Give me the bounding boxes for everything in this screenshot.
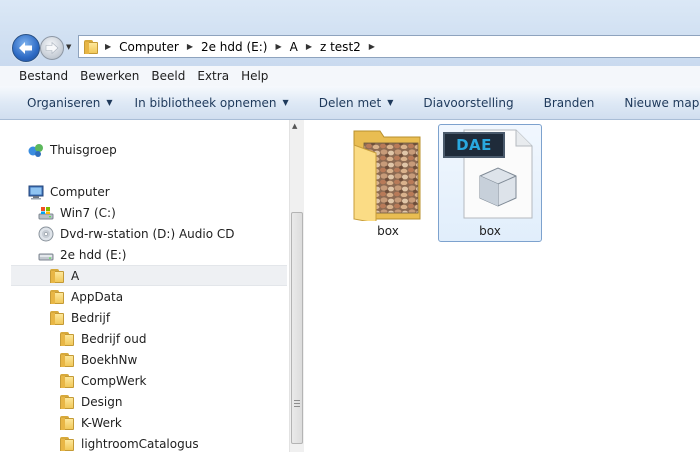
folder-label: CompWerk bbox=[81, 373, 147, 388]
file-name: box bbox=[377, 224, 399, 238]
tree-item-folder-design[interactable]: Design bbox=[59, 391, 122, 412]
tree-item-folder-bedrijf-oud[interactable]: Bedrijf oud bbox=[59, 328, 146, 349]
menu-bewerken[interactable]: Bewerken bbox=[74, 66, 145, 86]
tree-item-folder-k-werk[interactable]: K-Werk bbox=[59, 412, 122, 433]
folder-label: lightroomCatalogus bbox=[81, 436, 199, 451]
include-in-library-button[interactable]: In bibliotheek opnemen ▼ bbox=[135, 96, 289, 110]
organize-label: Organiseren bbox=[27, 95, 101, 110]
new-folder-button[interactable]: Nieuwe map bbox=[624, 96, 699, 110]
menu-bar: Bestand Bewerken Beeld Extra Help bbox=[0, 66, 700, 87]
folder-icon bbox=[59, 394, 75, 410]
homegroup-label: Thuisgroep bbox=[50, 142, 117, 157]
tree-item-drive-e[interactable]: 2e hdd (E:) bbox=[38, 244, 126, 265]
arrow-left-icon bbox=[19, 42, 32, 54]
organize-button[interactable]: Organiseren ▼ bbox=[27, 96, 113, 110]
slideshow-button[interactable]: Diavoorstelling bbox=[423, 96, 513, 110]
address-field[interactable]: ▶ Computer ▶ 2e hdd (E:) ▶ A ▶ z test2 ▶ bbox=[78, 35, 700, 58]
tree-item-folder-boekhnw[interactable]: BoekhNw bbox=[59, 349, 137, 370]
history-dropdown-icon[interactable]: ▼ bbox=[66, 43, 71, 51]
chevron-right-icon[interactable]: ▶ bbox=[369, 42, 375, 51]
chevron-right-icon[interactable]: ▶ bbox=[105, 42, 111, 51]
folder-label: Bedrijf oud bbox=[81, 331, 147, 346]
tree-item-folder-compwerk[interactable]: CompWerk bbox=[59, 370, 146, 391]
navigation-pane: Thuisgroep Computer Win7 (C:) Dvd-rw-sta… bbox=[0, 120, 289, 452]
breadcrumb-z-test2[interactable]: z test2 bbox=[320, 40, 361, 54]
menu-help[interactable]: Help bbox=[235, 66, 274, 86]
tree-item-folder-a[interactable]: A bbox=[11, 265, 287, 286]
system-drive-icon bbox=[38, 205, 54, 221]
chevron-right-icon[interactable]: ▶ bbox=[275, 42, 281, 51]
folder-thumbnail-icon bbox=[353, 130, 421, 221]
chevron-right-icon[interactable]: ▶ bbox=[306, 42, 312, 51]
forward-button[interactable] bbox=[40, 36, 64, 60]
breadcrumb-drive-e[interactable]: 2e hdd (E:) bbox=[201, 40, 267, 54]
share-label: Delen met bbox=[318, 95, 382, 110]
share-with-button[interactable]: Delen met ▼ bbox=[319, 96, 394, 110]
folder-icon bbox=[59, 415, 75, 431]
folder-icon bbox=[79, 36, 101, 57]
file-list: box DAE box bbox=[304, 120, 700, 452]
library-label: In bibliotheek opnemen bbox=[134, 95, 277, 110]
folder-bedrijf-label: Bedrijf bbox=[71, 310, 111, 325]
file-item-dae-box[interactable]: DAE box bbox=[438, 124, 542, 242]
tree-item-folder-lightroomcatalogus[interactable]: lightroomCatalogus bbox=[59, 433, 199, 454]
arrow-right-icon bbox=[45, 41, 59, 55]
cd-icon bbox=[38, 226, 54, 242]
folder-icon bbox=[59, 331, 75, 347]
chevron-right-icon[interactable]: ▶ bbox=[187, 42, 193, 51]
tree-item-drive-c[interactable]: Win7 (C:) bbox=[38, 202, 116, 223]
folder-appdata-label: AppData bbox=[71, 289, 124, 304]
breadcrumb-computer[interactable]: Computer bbox=[119, 40, 179, 54]
tree-item-folder-appdata[interactable]: AppData bbox=[49, 286, 123, 307]
folder-icon bbox=[49, 289, 65, 305]
address-bar-area: ▼ ▶ Computer ▶ 2e hdd (E:) ▶ A ▶ z test2… bbox=[0, 0, 700, 66]
drive-c-label: Win7 (C:) bbox=[60, 205, 116, 220]
tree-item-drive-d[interactable]: Dvd-rw-station (D:) Audio CD bbox=[38, 223, 234, 244]
breadcrumb-a[interactable]: A bbox=[290, 40, 298, 54]
menu-beeld[interactable]: Beeld bbox=[145, 66, 191, 86]
folder-icon bbox=[59, 436, 75, 452]
grip-icon bbox=[294, 400, 300, 407]
tree-item-computer[interactable]: Computer bbox=[28, 181, 110, 202]
drive-d-label: Dvd-rw-station (D:) Audio CD bbox=[60, 226, 235, 241]
scroll-up-arrow-icon[interactable]: ▲ bbox=[292, 122, 297, 130]
folder-label: K-Werk bbox=[81, 415, 122, 430]
homegroup-icon bbox=[28, 142, 44, 158]
folder-icon bbox=[49, 268, 65, 284]
dropdown-arrow-icon: ▼ bbox=[282, 98, 289, 107]
computer-icon bbox=[28, 184, 44, 200]
nav-pane-scrollbar[interactable]: ▲ bbox=[289, 120, 304, 452]
folder-label: BoekhNw bbox=[81, 352, 138, 367]
folder-a-label: A bbox=[71, 268, 80, 283]
computer-label: Computer bbox=[50, 184, 110, 199]
dropdown-arrow-icon: ▼ bbox=[387, 98, 394, 107]
file-item-folder-box[interactable]: box bbox=[336, 125, 440, 243]
menu-bestand[interactable]: Bestand bbox=[0, 66, 74, 86]
folder-label: Design bbox=[81, 394, 123, 409]
back-button[interactable] bbox=[12, 34, 40, 62]
hard-drive-icon bbox=[38, 247, 54, 263]
scrollbar-thumb[interactable] bbox=[291, 212, 303, 444]
tree-item-folder-bedrijf[interactable]: Bedrijf bbox=[49, 307, 110, 328]
burn-button[interactable]: Branden bbox=[544, 96, 595, 110]
folder-icon bbox=[59, 373, 75, 389]
folder-icon bbox=[59, 352, 75, 368]
tree-item-homegroup[interactable]: Thuisgroep bbox=[28, 139, 117, 160]
folder-icon bbox=[49, 310, 65, 326]
menu-extra[interactable]: Extra bbox=[191, 66, 235, 86]
dae-badge: DAE bbox=[443, 132, 505, 158]
command-bar: Organiseren ▼ In bibliotheek opnemen ▼ D… bbox=[0, 86, 700, 120]
dropdown-arrow-icon: ▼ bbox=[106, 98, 113, 107]
file-name: box bbox=[479, 224, 501, 238]
drive-e-label: 2e hdd (E:) bbox=[60, 247, 127, 262]
